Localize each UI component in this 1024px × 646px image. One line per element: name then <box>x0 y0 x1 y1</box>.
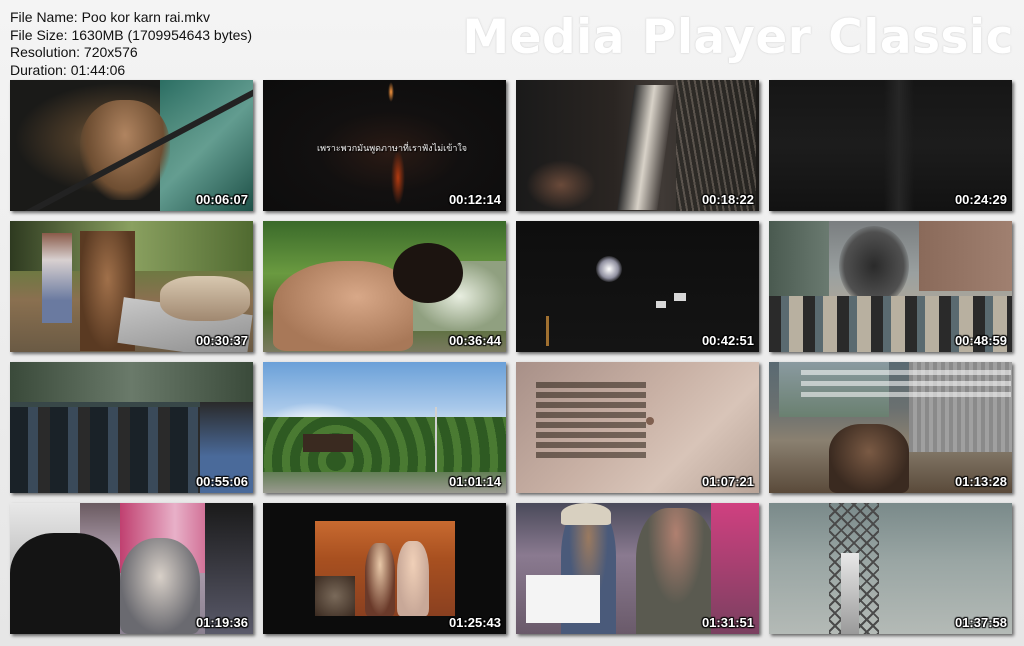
timestamp: 00:06:07 <box>195 192 248 207</box>
thumbnail-12[interactable]: 01:13:28 <box>769 362 1012 493</box>
timestamp: 00:48:59 <box>954 333 1007 348</box>
thumbnail-7[interactable]: 00:42:51 <box>516 221 759 352</box>
thumbnail-16[interactable]: 01:37:58 <box>769 503 1012 634</box>
thumbnail-4[interactable]: 00:24:29 <box>769 80 1012 211</box>
timestamp: 00:30:37 <box>195 333 248 348</box>
timestamp: 01:01:14 <box>448 474 501 489</box>
thumbnail-5[interactable]: 00:30:37 <box>10 221 253 352</box>
thumbnail-1[interactable]: 00:06:07 <box>10 80 253 211</box>
thumbnail-3[interactable]: 00:18:22 <box>516 80 759 211</box>
thumbnail-9[interactable]: 00:55:06 <box>10 362 253 493</box>
timestamp: 01:37:58 <box>954 615 1007 630</box>
timestamp: 00:24:29 <box>954 192 1007 207</box>
thumbnail-6[interactable]: 00:36:44 <box>263 221 506 352</box>
thumbnail-13[interactable]: 01:19:36 <box>10 503 253 634</box>
timestamp: 00:42:51 <box>701 333 754 348</box>
thumbnail-15[interactable]: 01:31:51 <box>516 503 759 634</box>
thumbnail-8[interactable]: 00:48:59 <box>769 221 1012 352</box>
timestamp: 00:18:22 <box>701 192 754 207</box>
timestamp: 01:25:43 <box>448 615 501 630</box>
subtitle-caption: เพราะพวกมันพูดภาษาที่เราฟังไม่เข้าใจ <box>317 144 468 154</box>
timestamp: 00:55:06 <box>195 474 248 489</box>
timestamp: 00:12:14 <box>448 192 501 207</box>
thumbnail-10[interactable]: 01:01:14 <box>263 362 506 493</box>
timestamp: 01:13:28 <box>954 474 1007 489</box>
thumbnail-11[interactable]: 01:07:21 <box>516 362 759 493</box>
timestamp: 01:07:21 <box>701 474 754 489</box>
timestamp: 01:31:51 <box>701 615 754 630</box>
timestamp: 00:36:44 <box>448 333 501 348</box>
thumbnail-2[interactable]: เพราะพวกมันพูดภาษาที่เราฟังไม่เข้าใจ 00:… <box>263 80 506 211</box>
thumbnail-grid: 00:06:07 เพราะพวกมันพูดภาษาที่เราฟังไม่เ… <box>0 0 1024 646</box>
thumbnail-14[interactable]: 01:25:43 <box>263 503 506 634</box>
timestamp: 01:19:36 <box>195 615 248 630</box>
